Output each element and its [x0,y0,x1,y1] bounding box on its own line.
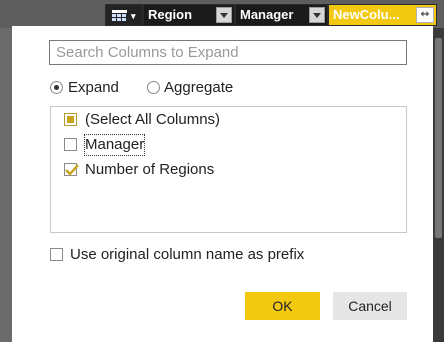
aggregate-radio-label[interactable]: Aggregate [164,78,233,98]
columns-checklist: (Select All Columns) Manager Number of R… [50,106,407,233]
grid-background [0,28,12,342]
aggregate-radio[interactable] [147,81,160,94]
column-header-newcolumn[interactable]: NewColu... ⇿ [328,4,437,26]
filter-dropdown-button[interactable] [309,7,325,23]
column-header-manager[interactable]: Manager [235,4,328,26]
expand-columns-popup: Search Columns to Expand Expand Aggregat… [12,26,433,342]
column-header-region[interactable]: Region [143,4,235,26]
filter-dropdown-button[interactable] [216,7,232,23]
column-header-label: NewColu... [333,7,400,22]
table-menu-button[interactable]: ▾ [105,4,143,26]
scrollbar-thumb[interactable] [435,38,442,238]
select-all-checkbox[interactable] [64,113,77,126]
number-of-regions-checkbox[interactable] [64,163,79,176]
list-item-label: Manager [83,134,146,156]
checkmark-icon [65,164,79,176]
list-item-label: (Select All Columns) [85,111,221,128]
caret-down-icon: ▾ [131,11,136,21]
expand-radio-label[interactable]: Expand [68,78,119,98]
expand-columns-button[interactable]: ⇿ [416,7,434,23]
column-header-label: Manager [240,7,294,22]
prefix-checkbox[interactable] [50,248,63,261]
prefix-label: Use original column name as prefix [70,246,305,263]
column-header-label: Region [148,7,193,22]
cancel-button[interactable]: Cancel [333,292,407,320]
search-columns-input[interactable]: Search Columns to Expand [49,40,407,65]
table-icon [112,10,127,21]
ok-button[interactable]: OK [245,292,320,320]
manager-checkbox[interactable] [64,138,77,151]
expand-radio[interactable] [50,81,63,94]
expand-arrows-icon: ⇿ [420,9,430,20]
vertical-scrollbar[interactable] [433,28,444,342]
search-placeholder: Search Columns to Expand [56,44,239,61]
list-item-label: Number of Regions [85,161,215,178]
